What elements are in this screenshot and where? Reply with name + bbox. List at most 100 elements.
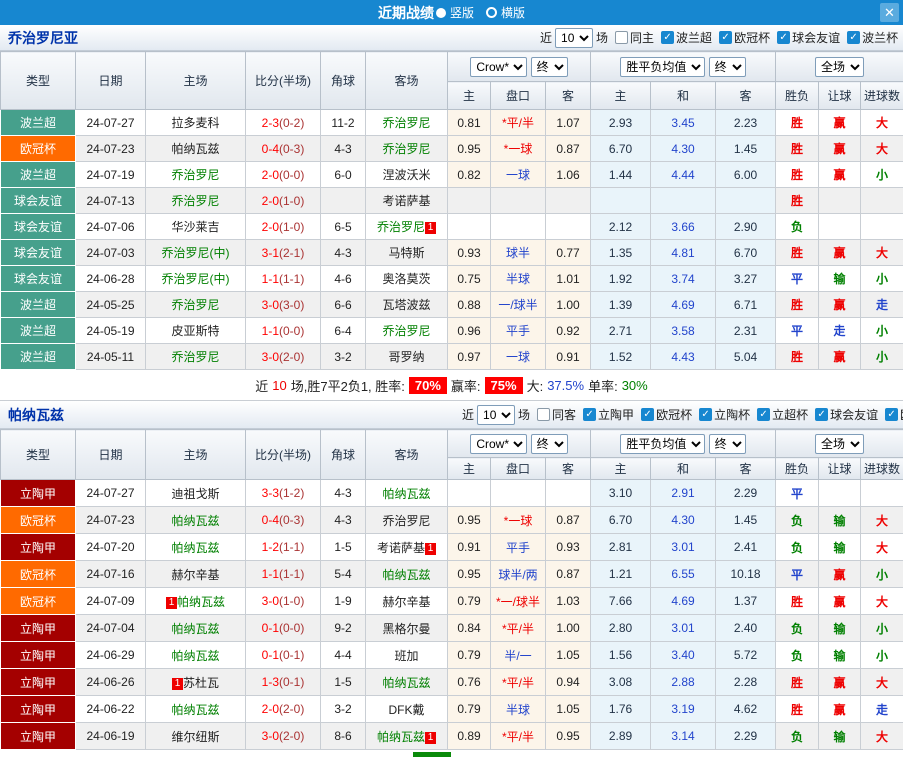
competition-checkbox-0[interactable]: ✓ 波兰超 [661,29,712,46]
cell-avg-draw: 2.88 [650,668,716,696]
cell-avg-draw: 3.14 [650,722,716,750]
recent-count-select[interactable]: 10 [555,27,594,48]
cell-corner: 6-6 [320,291,366,318]
avg-type-select[interactable]: 胜平负均值 [620,433,706,454]
cell-score: 1-3(0-1) [245,668,321,696]
cell-date: 24-07-06 [75,213,146,240]
cell-goals-result: 大 [860,722,903,750]
score-fulltime: 1-1 [261,271,279,286]
same-venue-checkbox[interactable]: 同主 [615,29,654,46]
checkbox-icon[interactable]: ✓ [815,408,829,421]
same-venue-checkbox[interactable]: 同客 [537,406,576,423]
competition-checkbox-3[interactable]: ✓ 波兰杯 [847,29,898,46]
competition-checkbox-2[interactable]: ✓ 立陶杯 [699,406,750,423]
checkbox-icon[interactable]: ✓ [777,31,791,44]
score-halftime: (1-1) [279,567,305,581]
cell-result: 胜 [775,291,820,318]
cell-asian-result: 输 [818,265,862,292]
competition-checkbox-3[interactable]: ✓ 立超杯 [757,406,808,423]
score-halftime: (0-1) [279,648,305,662]
cell-handicap: *一球 [490,506,546,534]
odds-final-select[interactable]: 终 [530,56,568,77]
near-label: 近 [462,408,475,422]
score-fulltime: 2-3 [261,115,279,130]
checkbox-icon[interactable] [615,31,629,44]
games-label: 场 [596,31,609,45]
matches-table: 类型 日期 主场 比分(半场) 角球 客场 Crow* 终胜平负均值 终全场主盘口客主和客胜… [0,429,903,750]
checkbox-icon[interactable]: ✓ [641,408,655,421]
checkbox-icon[interactable]: ✓ [757,408,771,421]
competition-checkbox-5[interactable]: ✓欧会杯 [885,406,903,423]
red-card-badge: 1 [165,596,177,609]
competition-label: 欧冠杯 [734,31,771,45]
score-fulltime: 3-0 [261,594,279,608]
competition-checkbox-4[interactable]: ✓ 球会友谊 [815,406,878,423]
cell-home: 1 帕纳瓦兹 [145,587,246,615]
checkbox-icon[interactable]: ✓ [719,31,733,44]
cell-date: 24-07-20 [75,533,146,561]
close-button[interactable]: ✕ [880,3,899,22]
odds-provider-select[interactable]: Crow* [470,433,528,454]
cell-crow-home: 0.89 [447,722,491,750]
odds-final-select[interactable]: 终 [530,433,568,454]
cell-away: 考诺萨基 [365,187,448,214]
cell-crow-home: 0.84 [447,614,491,642]
cell-avg-draw: 4.44 [650,161,716,188]
cell-home: 帕纳瓦兹 [145,641,246,669]
score-fulltime: 3-0 [261,729,279,743]
cell-away: 乔治罗尼 [365,506,448,534]
competition-checkbox-1[interactable]: ✓ 欧冠杯 [641,406,692,423]
competition-checkbox-0[interactable]: ✓ 立陶甲 [583,406,634,423]
cell-asian-result: 输 [818,506,862,534]
checkbox-icon[interactable]: ✓ [661,31,675,44]
cell-goals-result: 大 [860,587,903,615]
cell-type: 欧冠杯 [0,135,76,162]
scope-dropdown-cell: 全场 [775,51,903,82]
recent-count-select[interactable]: 10 [477,404,516,425]
table-row: 波兰超 24-05-19 皮亚斯特 1-1(0-0) 6-4 乔治罗尼 0.96 平手 0.92… [0,317,903,344]
radio-vertical[interactable]: 竖版 [435,4,474,21]
cell-date: 24-06-19 [75,722,146,750]
score-halftime: (0-0) [279,323,305,338]
cell-handicap: 半球 [490,265,546,292]
cell-crow-home: 0.88 [447,291,491,318]
cell-handicap: 球半 [490,239,546,266]
checkbox-icon[interactable]: ✓ [699,408,713,421]
avg-type-select[interactable]: 胜平负均值 [620,56,706,77]
competition-label: 欧冠杯 [656,408,693,422]
radio-vertical-label: 竖版 [449,6,474,20]
avg-final-select[interactable]: 终 [708,56,746,77]
odds-provider-select[interactable]: Crow* [470,56,528,77]
col-header-score: 比分(半场) [245,51,321,110]
cell-result: 负 [775,506,820,534]
competition-checkbox-1[interactable]: ✓ 欧冠杯 [719,29,770,46]
checkbox-icon[interactable]: ✓ [583,408,597,421]
summary-seg4: 赢率: [450,378,481,394]
cover-rate-badge: 75% [484,376,523,394]
competition-checkbox-2[interactable]: ✓ 球会友谊 [777,29,840,46]
cell-goals-result: 走 [860,695,903,723]
scope-select[interactable]: 全场 [815,56,865,77]
score-halftime: (2-0) [279,702,305,716]
checkbox-icon[interactable] [537,408,551,421]
cell-score: 1-2(1-1) [245,533,321,561]
score-fulltime: 0-4 [261,141,279,156]
score-fulltime: 0-1 [261,648,279,662]
avg-final-select[interactable]: 终 [708,433,746,454]
checkbox-icon[interactable]: ✓ [885,408,899,421]
cell-crow-away: 1.00 [545,291,591,318]
team1-filters: 近 10 场同主 ✓ 波兰超 ✓ 欧冠杯 ✓ 球会友谊 ✓ 波兰杯 [540,27,898,48]
cell-goals-result [860,187,903,214]
cell-handicap [490,479,546,507]
checkbox-icon[interactable]: ✓ [847,31,861,44]
cell-corner: 4-3 [320,239,366,266]
cell-result: 胜 [775,587,820,615]
scope-select[interactable]: 全场 [815,433,865,454]
cell-corner: 3-2 [320,343,366,370]
cell-crow-away: 1.01 [545,265,591,292]
radio-horizontal[interactable]: 横版 [486,4,525,21]
title-bar: 近期战绩 竖版 横版 ✕ [0,0,903,25]
team2-name: 帕纳瓦兹 [8,406,64,423]
cell-handicap: *平/半 [490,722,546,750]
cell-away: 乔治罗尼 1 [365,213,448,240]
